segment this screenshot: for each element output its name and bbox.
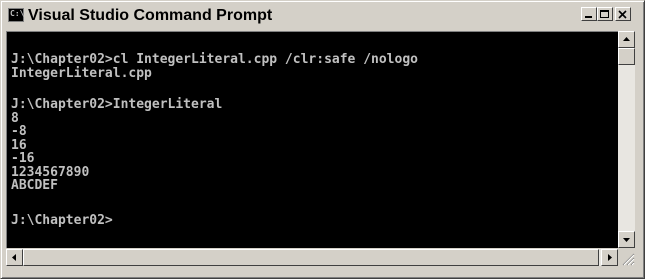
console-line: ABCDEF — [11, 178, 58, 193]
horizontal-scrollbar[interactable] — [6, 249, 618, 266]
console-line: -8 — [11, 124, 27, 139]
window-title: Visual Studio Command Prompt — [28, 7, 273, 24]
close-button[interactable] — [615, 7, 631, 21]
console-line: -16 — [11, 151, 35, 166]
console-line: J:\Chapter02>IntegerLiteral — [11, 97, 223, 112]
scroll-left-button[interactable] — [6, 249, 23, 266]
console-line: J:\Chapter02>cl IntegerLiteral.cpp /clr:… — [11, 52, 418, 67]
maximize-icon — [600, 10, 609, 18]
vertical-scrollbar[interactable] — [618, 31, 635, 248]
horizontal-scroll-thumb[interactable] — [23, 249, 599, 266]
scroll-down-button[interactable] — [618, 231, 635, 248]
console-app-icon[interactable]: C:\ — [8, 8, 24, 22]
title-bar[interactable]: C:\ Visual Studio Command Prompt — [4, 4, 640, 27]
scroll-right-arrow-icon — [608, 254, 612, 261]
scroll-up-arrow-icon — [623, 37, 630, 41]
scroll-left-arrow-icon — [12, 254, 16, 261]
resize-grip-icon — [622, 253, 635, 266]
maximize-button[interactable] — [597, 7, 613, 21]
minimize-button[interactable] — [581, 7, 597, 21]
console-line: J:\Chapter02> — [11, 213, 113, 228]
command-prompt-window: C:\ Visual Studio Command Prompt J:\Chap… — [0, 0, 645, 279]
scroll-right-button[interactable] — [601, 249, 618, 266]
console-output-area[interactable]: J:\Chapter02>cl IntegerLiteral.cpp /clr:… — [6, 31, 618, 248]
close-icon — [618, 10, 627, 19]
resize-grip[interactable] — [618, 249, 635, 266]
minimize-icon — [585, 16, 592, 18]
vertical-scroll-thumb[interactable] — [618, 48, 635, 65]
scroll-down-arrow-icon — [623, 238, 630, 242]
console-line: IntegerLiteral.cpp — [11, 66, 152, 81]
console-app-icon-text: C:\ — [10, 9, 25, 18]
scroll-up-button[interactable] — [618, 31, 635, 48]
